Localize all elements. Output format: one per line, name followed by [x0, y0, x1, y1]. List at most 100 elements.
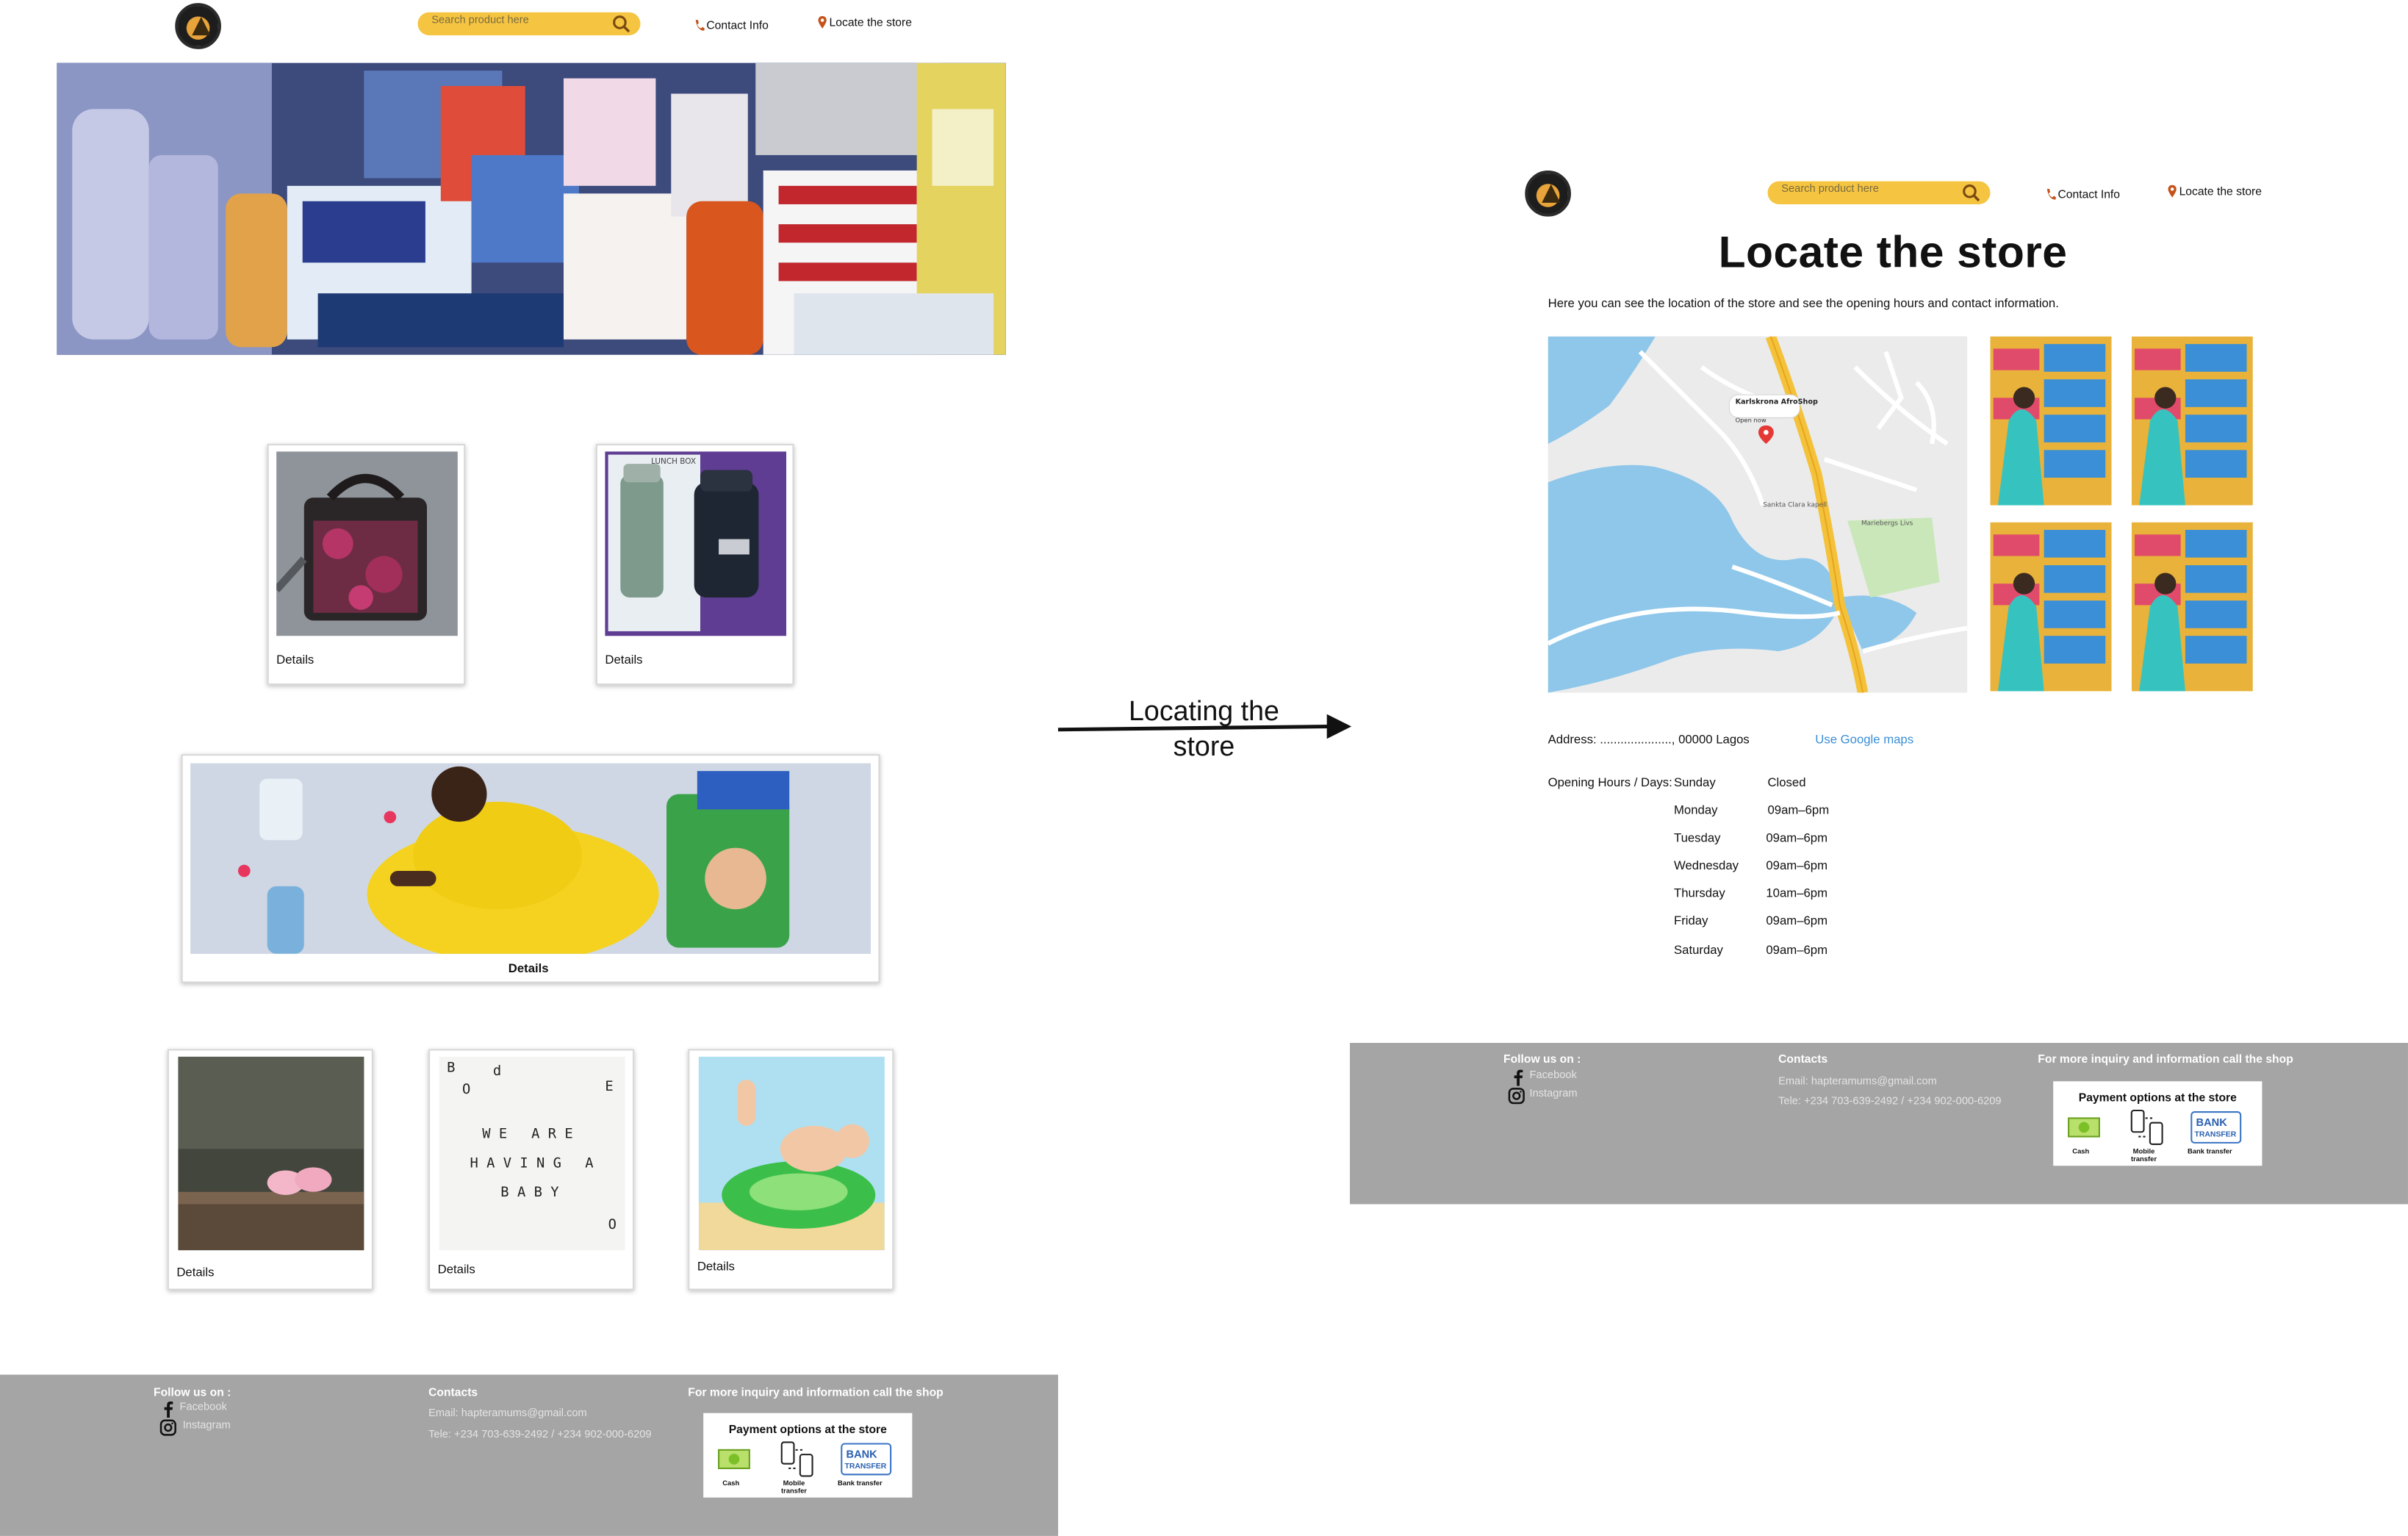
nav-locate-label: Locate the store	[829, 15, 912, 29]
search-input[interactable]: Search product here	[1767, 181, 1991, 204]
map-pin-icon	[2168, 184, 2177, 198]
payment-option-cash: Cash	[722, 1479, 740, 1487]
hours-day: Thursday	[1673, 886, 1725, 900]
page-title: Locate the store	[1718, 229, 2068, 279]
google-maps-link[interactable]: Use Google maps	[1815, 733, 1913, 747]
svg-text:H A V I N G: H A V I N G	[470, 1155, 561, 1171]
instagram-link[interactable]: Instagram	[183, 1421, 231, 1432]
instagram-link[interactable]: Instagram	[1530, 1089, 1578, 1100]
svg-text:TRANSFER: TRANSFER	[2194, 1131, 2236, 1139]
details-link[interactable]: Details	[176, 1266, 214, 1280]
payment-options-title: Payment options at the store	[2078, 1090, 2237, 1105]
opening-hours-label: Opening Hours / Days:	[1548, 775, 1672, 790]
map-label-store: Mariebergs Livs	[1861, 520, 1913, 528]
hours-day: Friday	[1673, 914, 1708, 928]
hours-time: 09am–6pm	[1766, 830, 1828, 845]
details-link[interactable]: Details	[697, 1260, 735, 1274]
contact-email[interactable]: Email: hapteramums@gmail.com	[1778, 1077, 1937, 1088]
store-address: Address: ....................., 00000 La…	[1548, 732, 1750, 747]
map-place-name: Karlskrona AfroShop	[1736, 398, 1818, 406]
hours-time: 09am–6pm	[1766, 914, 1828, 928]
inquiry-title: For more inquiry and information call th…	[2038, 1052, 2293, 1066]
product-card[interactable]: Details	[167, 1049, 373, 1291]
contact-email[interactable]: Email: hapteramums@gmail.com	[428, 1408, 587, 1419]
footer: Follow us on : Facebook Instagram Contac…	[1350, 1043, 2408, 1205]
store-photo-3[interactable]	[1990, 522, 2112, 692]
page-intro: Here you can see the location of the sto…	[1548, 296, 2059, 311]
map-place-status: Open now	[1736, 417, 1767, 424]
map-label-chapel: Sankta Clara kapell	[1763, 502, 1827, 509]
nav-contact-info[interactable]: Contact Info	[694, 18, 769, 32]
svg-text:B: B	[447, 1061, 455, 1076]
search-input[interactable]: Search product here	[417, 12, 641, 36]
phone-icon	[695, 20, 705, 31]
instagram-icon[interactable]	[1508, 1088, 1525, 1105]
details-link[interactable]: Details	[438, 1263, 475, 1277]
flow-arrow-label: Locating the store	[1096, 695, 1312, 765]
svg-text:A R E: A R E	[531, 1127, 573, 1142]
product-image-baby-shoes[interactable]	[178, 1056, 364, 1251]
product-card[interactable]: Details	[688, 1049, 894, 1291]
hours-day: Sunday	[1673, 775, 1716, 790]
store-photo-1[interactable]	[1990, 336, 2112, 506]
contact-phone[interactable]: Tele: +234 703-639-2492 / +234 902-000-6…	[1778, 1097, 2001, 1108]
details-link[interactable]: Details	[605, 653, 642, 667]
facebook-link[interactable]: Facebook	[180, 1402, 227, 1413]
contacts-title: Contacts	[428, 1385, 478, 1399]
mobile-transfer-icon	[2130, 1109, 2163, 1146]
nav-locate-store[interactable]: Locate the store	[2167, 184, 2262, 198]
facebook-icon[interactable]	[1509, 1069, 1526, 1086]
facebook-icon[interactable]	[159, 1401, 176, 1418]
nav-locate-store[interactable]: Locate the store	[817, 15, 912, 29]
payment-option-cash: Cash	[2072, 1147, 2090, 1155]
search-placeholder: Search product here	[1781, 184, 1879, 195]
facebook-link[interactable]: Facebook	[1530, 1071, 1577, 1082]
product-image-cooler-bag[interactable]	[276, 451, 458, 636]
product-image-having-a-baby[interactable]: W E A R E H A V I N G A B A B Y Bd O E O	[439, 1056, 625, 1251]
payment-option-mobile: Mobile transfer	[2130, 1147, 2157, 1163]
svg-text:TRANSFER: TRANSFER	[844, 1463, 886, 1471]
store-photo-4[interactable]	[2131, 522, 2253, 692]
product-image-baby-float[interactable]	[698, 1056, 885, 1251]
cash-icon	[2068, 1117, 2100, 1138]
details-link[interactable]: Details	[508, 961, 549, 975]
product-card[interactable]: LUNCH BOX Details	[595, 443, 794, 686]
search-icon[interactable]	[611, 14, 631, 34]
hours-day: Tuesday	[1673, 830, 1721, 845]
inquiry-title: For more inquiry and information call th…	[688, 1385, 944, 1399]
search-icon[interactable]	[1961, 183, 1981, 203]
store-map[interactable]: Karlskrona AfroShop Open now Sankta Clar…	[1548, 336, 1968, 693]
svg-text:d: d	[493, 1063, 501, 1079]
hours-day: Wednesday	[1673, 858, 1739, 873]
product-card[interactable]: Details	[267, 443, 466, 686]
footer: Follow us on : Facebook Instagram Contac…	[0, 1374, 1058, 1536]
product-image-lunch-box[interactable]: LUNCH BOX	[605, 451, 787, 636]
instagram-icon[interactable]	[159, 1419, 176, 1436]
contact-phone[interactable]: Tele: +234 703-639-2492 / +234 902-000-6…	[428, 1430, 651, 1441]
nav-contact-label: Contact Info	[2057, 187, 2121, 201]
hours-day: Saturday	[1673, 943, 1723, 958]
hours-time: 09am–6pm	[1766, 943, 1828, 958]
product-card-wide[interactable]: Details	[181, 754, 880, 983]
svg-text:W E: W E	[482, 1127, 507, 1142]
cash-icon	[718, 1449, 750, 1469]
product-image-baby-products[interactable]	[190, 763, 871, 954]
phone-icon	[2046, 189, 2056, 200]
svg-text:LUNCH BOX: LUNCH BOX	[651, 457, 696, 466]
svg-text:A: A	[585, 1155, 593, 1171]
map-pin-icon	[818, 15, 827, 29]
hours-day: Monday	[1673, 803, 1718, 817]
hero-products-illustration	[57, 62, 1006, 355]
product-card[interactable]: W E A R E H A V I N G A B A B Y Bd O E O Det…	[428, 1049, 635, 1291]
hours-time: Closed	[1767, 775, 1806, 790]
store-photo-2[interactable]	[2131, 336, 2253, 506]
flow-arrow-label-line1: Locating the	[1128, 695, 1279, 727]
details-link[interactable]: Details	[276, 653, 314, 667]
follow-us-title: Follow us on :	[1503, 1052, 1581, 1066]
svg-text:O: O	[608, 1217, 617, 1232]
payment-option-bank: Bank transfer	[838, 1479, 883, 1487]
brand-logo[interactable]	[1525, 170, 1571, 217]
brand-logo[interactable]	[175, 3, 221, 49]
hours-time: 10am–6pm	[1766, 886, 1828, 900]
nav-contact-info[interactable]: Contact Info	[2046, 187, 2120, 201]
